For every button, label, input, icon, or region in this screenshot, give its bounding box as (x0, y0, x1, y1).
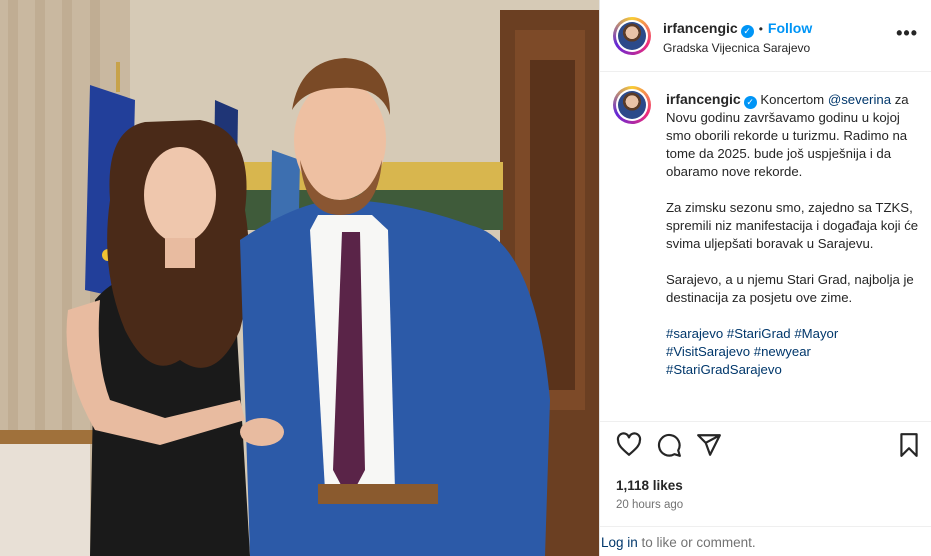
caption-paragraph-1: irfancengic ✓ Koncertom @severina za Novu… (666, 90, 924, 181)
location-link[interactable]: Gradska Vijecnica Sarajevo (663, 41, 810, 55)
follow-button[interactable]: Follow (768, 20, 812, 36)
bookmark-icon[interactable] (896, 432, 922, 458)
likes-count[interactable]: 1,118 likes (616, 478, 683, 493)
username-link[interactable]: irfancengic (663, 20, 738, 36)
caption-intro: Koncertom (756, 92, 828, 107)
comment-icon[interactable] (656, 432, 682, 458)
heart-icon[interactable] (616, 432, 642, 458)
separator-dot: • (758, 22, 763, 36)
login-footer: Log in to like or comment. (600, 526, 931, 556)
mention-link[interactable]: @severina (828, 92, 891, 107)
action-bar (600, 432, 931, 468)
more-options-icon[interactable]: ••• (896, 23, 918, 44)
hashtag-link[interactable]: #Mayor (794, 326, 838, 341)
post-image (0, 0, 599, 556)
post-sidebar: irfancengic ✓ • Follow Gradska Vijecnica Sa… (599, 0, 931, 556)
post-timestamp[interactable]: 20 hours ago (616, 499, 683, 511)
caption-hashtags: #sarajevo #StariGrad #Mayor #VisitSaraje… (666, 325, 924, 379)
post-header: irfancengic ✓ • Follow Gradska Vijecnica Sa… (600, 0, 931, 72)
caption-paragraph-2: Za zimsku sezonu smo, zajedno sa TZKS, s… (666, 200, 919, 251)
hashtag-link[interactable]: #StariGrad (727, 326, 791, 341)
caption-paragraph-3: Sarajevo, a u njemu Stari Grad, najbolja… (666, 272, 914, 305)
hashtag-link[interactable]: #newyear (754, 344, 811, 359)
hashtag-link[interactable]: #StariGradSarajevo (666, 362, 782, 377)
login-link[interactable]: Log in (601, 535, 638, 550)
hashtag-link[interactable]: #VisitSarajevo (666, 344, 750, 359)
login-prompt: Log in to like or comment. (601, 535, 756, 550)
post-photo[interactable] (0, 0, 599, 556)
post-caption: irfancengic ✓ Koncertom @severina za Novu… (600, 72, 931, 422)
caption-username-link[interactable]: irfancengic (666, 91, 741, 107)
share-icon[interactable] (696, 432, 722, 458)
caption-avatar[interactable] (613, 86, 651, 124)
login-prompt-text: to like or comment. (637, 535, 756, 550)
hashtag-link[interactable]: #sarajevo (666, 326, 723, 341)
verified-icon: ✓ (743, 96, 757, 109)
instagram-post: irfancengic ✓ • Follow Gradska Vijecnica Sa… (0, 0, 931, 556)
header-user: irfancengic ✓ • Follow (663, 20, 812, 38)
avatar[interactable] (613, 17, 651, 55)
verified-icon: ✓ (740, 25, 754, 38)
caption-text: irfancengic ✓ Koncertom @severina za Novu… (666, 90, 924, 397)
